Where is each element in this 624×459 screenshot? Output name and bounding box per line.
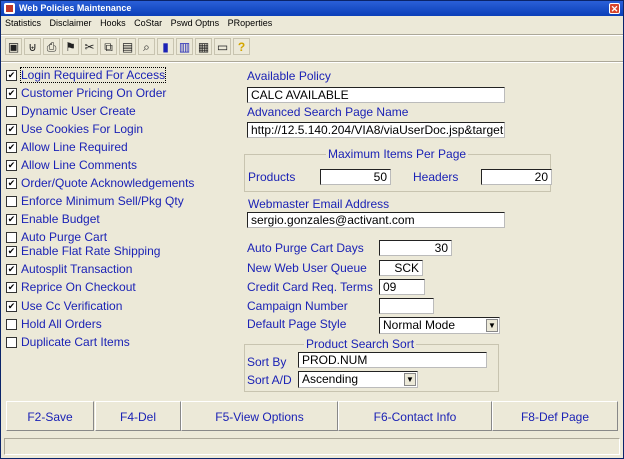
product-search-sort-legend: Product Search Sort bbox=[304, 337, 417, 351]
auto-purge-days-field[interactable]: 30 bbox=[379, 240, 452, 256]
option-label[interactable]: Reprice On Checkout bbox=[21, 280, 136, 294]
option-label[interactable]: Auto Purge Cart bbox=[21, 230, 107, 244]
menu-hooks[interactable]: Hooks bbox=[100, 18, 126, 28]
option-label[interactable]: Allow Line Required bbox=[21, 140, 128, 154]
checkbox-enforce-minimum[interactable] bbox=[6, 196, 17, 207]
paste-icon[interactable]: ▤ bbox=[119, 38, 136, 55]
window-title: Web Policies Maintenance bbox=[19, 3, 132, 13]
option-label[interactable]: Enforce Minimum Sell/Pkg Qty bbox=[21, 194, 184, 208]
window-icon[interactable]: ▭ bbox=[214, 38, 231, 55]
toolbar: ▣ ⊎ ⎙ ⚑ ✂ ⧉ ▤ ⌕ ▮ ▥ ▦ ▭ ? bbox=[5, 38, 250, 58]
copy-icon[interactable]: ⧉ bbox=[100, 38, 117, 55]
def-page-button[interactable]: F8-Def Page bbox=[492, 401, 618, 431]
toolbar-separator bbox=[1, 61, 623, 63]
function-button-row: F2-Save F4-Del F5-View Options F6-Contac… bbox=[6, 401, 618, 431]
checkbox-reprice[interactable]: ✔ bbox=[6, 282, 17, 293]
option-label[interactable]: Customer Pricing On Order bbox=[21, 86, 166, 100]
auto-purge-days-label: Auto Purge Cart Days bbox=[247, 241, 364, 255]
cut-icon[interactable]: ✂ bbox=[81, 38, 98, 55]
webmaster-email-label: Webmaster Email Address bbox=[248, 197, 390, 211]
menu-separator bbox=[1, 34, 623, 36]
checkbox-allow-line-required[interactable]: ✔ bbox=[6, 142, 17, 153]
checkbox-login-required[interactable]: ✔ bbox=[6, 70, 17, 81]
checkbox-auto-purge[interactable] bbox=[6, 232, 17, 243]
find-icon[interactable]: ⌕ bbox=[138, 38, 155, 55]
chart-icon[interactable]: ▥ bbox=[176, 38, 193, 55]
wand-icon[interactable]: ⚑ bbox=[62, 38, 79, 55]
advanced-search-field[interactable]: http://12.5.140.204/VIA8/viaUserDoc.jsp&… bbox=[247, 122, 505, 138]
chevron-down-icon[interactable]: ▼ bbox=[404, 373, 416, 386]
checkbox-cc-verification[interactable]: ✔ bbox=[6, 301, 17, 312]
sort-ad-select[interactable]: Ascending ▼ bbox=[298, 371, 418, 388]
menu-bar: Statistics Disclaimer Hooks CoStar Pswd … bbox=[5, 18, 278, 31]
option-label[interactable]: Use Cc Verification bbox=[21, 299, 122, 313]
checkbox-enable-budget[interactable]: ✔ bbox=[6, 214, 17, 225]
cc-terms-field[interactable]: 09 bbox=[379, 279, 425, 295]
headers-field[interactable]: 20 bbox=[481, 169, 552, 185]
checkbox-customer-pricing[interactable]: ✔ bbox=[6, 88, 17, 99]
products-label: Products bbox=[248, 170, 296, 184]
main-window: Web Policies Maintenance ✕ Statistics Di… bbox=[0, 0, 624, 459]
menu-properties[interactable]: PRoperties bbox=[228, 18, 273, 28]
option-label[interactable]: Allow Line Comments bbox=[21, 158, 137, 172]
option-label[interactable]: Autosplit Transaction bbox=[21, 262, 132, 276]
advanced-search-label: Advanced Search Page Name bbox=[247, 105, 409, 119]
option-label[interactable]: Hold All Orders bbox=[21, 317, 102, 331]
webmaster-email-field[interactable]: sergio.gonzales@activant.com bbox=[247, 212, 505, 228]
sort-by-label: Sort By bbox=[247, 355, 287, 369]
save-icon[interactable]: ▣ bbox=[5, 38, 22, 55]
available-policy-field[interactable]: CALC AVAILABLE bbox=[247, 87, 505, 103]
checkbox-hold-orders[interactable] bbox=[6, 319, 17, 330]
checkbox-allow-line-comments[interactable]: ✔ bbox=[6, 160, 17, 171]
page-style-select[interactable]: Normal Mode ▼ bbox=[379, 317, 500, 334]
status-bar bbox=[4, 438, 620, 455]
option-label[interactable]: Login Required For Access bbox=[19, 67, 167, 83]
menu-pswd-optns[interactable]: Pswd Optns bbox=[171, 18, 220, 28]
checkbox-duplicate-cart[interactable] bbox=[6, 337, 17, 348]
delete-button[interactable]: F4-Del bbox=[95, 401, 181, 431]
products-field[interactable]: 50 bbox=[320, 169, 391, 185]
option-label[interactable]: Enable Budget bbox=[21, 212, 100, 226]
sort-ad-value: Ascending bbox=[302, 372, 359, 386]
menu-disclaimer[interactable]: Disclaimer bbox=[50, 18, 92, 28]
print-icon[interactable]: ⎙ bbox=[43, 38, 60, 55]
sort-by-field[interactable]: PROD.NUM bbox=[298, 352, 487, 368]
max-items-legend: Maximum Items Per Page bbox=[326, 147, 469, 161]
option-label[interactable]: Dynamic User Create bbox=[21, 104, 136, 118]
checkbox-acknowledgements[interactable]: ✔ bbox=[6, 178, 17, 189]
option-label[interactable]: Use Cookies For Login bbox=[21, 122, 143, 136]
available-policy-label: Available Policy bbox=[247, 69, 331, 83]
save-button[interactable]: F2-Save bbox=[6, 401, 94, 431]
checkbox-dynamic-user[interactable] bbox=[6, 106, 17, 117]
page-style-value: Normal Mode bbox=[383, 318, 456, 332]
option-label[interactable]: Enable Flat Rate Shipping bbox=[21, 244, 160, 258]
campaign-number-label: Campaign Number bbox=[247, 299, 348, 313]
sort-ad-label: Sort A/D bbox=[247, 373, 292, 387]
title-bar[interactable]: Web Policies Maintenance ✕ bbox=[1, 1, 623, 16]
checkbox-use-cookies[interactable]: ✔ bbox=[6, 124, 17, 135]
option-label[interactable]: Order/Quote Acknowledgements bbox=[21, 176, 194, 190]
option-label[interactable]: Duplicate Cart Items bbox=[21, 335, 130, 349]
new-user-queue-label: New Web User Queue bbox=[247, 261, 367, 275]
close-button[interactable]: ✕ bbox=[609, 3, 620, 14]
checkbox-flat-rate[interactable]: ✔ bbox=[6, 246, 17, 257]
checkbox-autosplit[interactable]: ✔ bbox=[6, 264, 17, 275]
book-icon[interactable]: ▮ bbox=[157, 38, 174, 55]
app-icon bbox=[4, 3, 15, 14]
page-style-label: Default Page Style bbox=[247, 317, 347, 331]
menu-costar[interactable]: CoStar bbox=[134, 18, 162, 28]
cc-terms-label: Credit Card Req. Terms bbox=[247, 280, 373, 294]
contact-info-button[interactable]: F6-Contact Info bbox=[338, 401, 492, 431]
calculator-icon[interactable]: ▦ bbox=[195, 38, 212, 55]
help-icon[interactable]: ? bbox=[233, 38, 250, 55]
headers-label: Headers bbox=[413, 170, 459, 184]
basket-icon[interactable]: ⊎ bbox=[24, 38, 41, 55]
chevron-down-icon[interactable]: ▼ bbox=[486, 319, 498, 332]
view-options-button[interactable]: F5-View Options bbox=[181, 401, 338, 431]
menu-statistics[interactable]: Statistics bbox=[5, 18, 41, 28]
campaign-number-field[interactable] bbox=[379, 298, 434, 314]
new-user-queue-field[interactable]: SCK bbox=[379, 260, 423, 276]
